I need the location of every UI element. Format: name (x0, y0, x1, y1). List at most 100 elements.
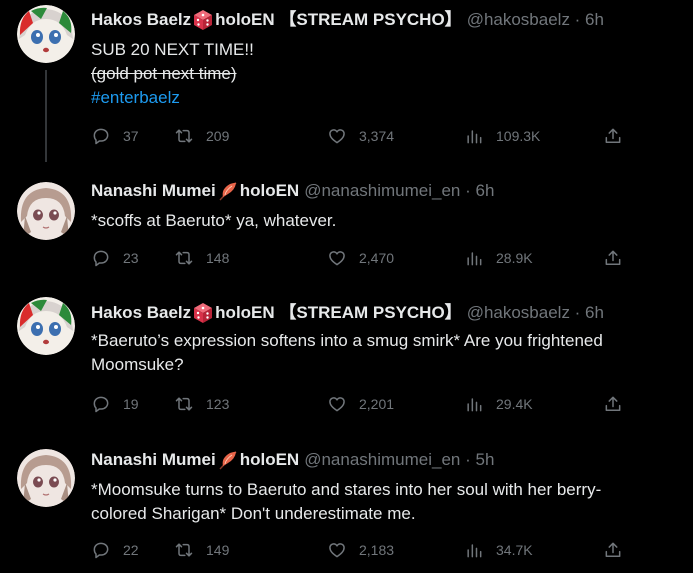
tweet-header: Hakos Baelz holoEN 【STREAM PSYCHO】 @hako… (91, 302, 604, 324)
avatar[interactable] (17, 182, 75, 240)
heart-icon (329, 251, 345, 266)
retweet-button[interactable]: 123 (174, 394, 229, 414)
display-name[interactable]: Hakos Baelz (91, 302, 191, 324)
views-button[interactable]: 28.9K (464, 248, 533, 268)
display-name-suffix[interactable]: holoEN (240, 449, 300, 471)
heart-icon (329, 129, 345, 144)
reply-icon (93, 396, 109, 413)
heart-icon (329, 543, 345, 558)
avatar[interactable] (17, 297, 75, 355)
tweet-text-line: SUB 20 NEXT TIME!! (91, 40, 254, 59)
reply-icon (93, 250, 109, 267)
handle-timestamp[interactable]: @hakosbaelz · 6h (467, 302, 604, 324)
avatar[interactable] (17, 5, 75, 63)
avatar[interactable] (17, 449, 75, 507)
thread-line (45, 70, 47, 162)
tweet-text: *Moomsuke turns to Baeruto and stares in… (91, 478, 681, 526)
tweet-text-line: (gold pot next time) (91, 64, 237, 83)
tweet[interactable]: Nanashi Mumei holoEN @nanashimumei_en · … (0, 162, 693, 282)
views-icon (467, 398, 482, 412)
views-count: 29.4K (496, 396, 533, 412)
reply-button[interactable]: 19 (91, 394, 139, 414)
tweet[interactable]: Nanashi Mumei holoEN @nanashimumei_en · … (0, 432, 693, 573)
feather-icon (217, 449, 239, 471)
retweet-button[interactable]: 148 (174, 248, 229, 268)
retweet-count: 209 (206, 128, 230, 144)
like-button[interactable]: 2,183 (327, 540, 394, 560)
handle-timestamp[interactable]: @nanashimumei_en · 5h (304, 449, 494, 471)
heart-icon (329, 397, 345, 412)
share-button[interactable] (603, 394, 623, 414)
reply-icon (93, 128, 109, 145)
dice-icon (192, 302, 214, 324)
tweet-text-line: *Baeruto’s expression softens into a smu… (91, 331, 603, 350)
like-count: 3,374 (359, 128, 395, 144)
action-bar: 22 149 2,183 34.7K (91, 540, 631, 564)
display-name[interactable]: Nanashi Mumei (91, 180, 216, 202)
feather-icon (217, 180, 239, 202)
tweet-text-line: *Moomsuke turns to Baeruto and stares in… (91, 480, 602, 499)
handle-timestamp[interactable]: @hakosbaelz · 6h (467, 9, 604, 31)
views-icon (467, 130, 482, 144)
share-button[interactable] (603, 540, 623, 560)
retweet-button[interactable]: 149 (174, 540, 229, 560)
tweet-text: *Baeruto’s expression softens into a smu… (91, 329, 681, 377)
retweet-count: 148 (206, 250, 230, 266)
share-button[interactable] (603, 248, 623, 268)
share-button[interactable] (603, 126, 623, 146)
reply-button[interactable]: 37 (91, 126, 139, 146)
share-icon (605, 250, 621, 265)
retweet-icon (175, 397, 193, 411)
reply-count: 23 (123, 250, 139, 266)
like-count: 2,201 (359, 396, 395, 412)
display-name-suffix[interactable]: holoEN 【STREAM PSYCHO】 (215, 9, 462, 31)
display-name[interactable]: Hakos Baelz (91, 9, 191, 31)
tweet-text-line: colored Sharigan* Don't underestimate me… (91, 504, 416, 523)
dice-icon (192, 9, 214, 31)
tweet-text-line: *scoffs at Baeruto* ya, whatever. (91, 211, 337, 230)
retweet-icon (175, 129, 193, 143)
tweet-header: Nanashi Mumei holoEN @nanashimumei_en · … (91, 180, 494, 202)
views-button[interactable]: 34.7K (464, 540, 533, 560)
action-bar: 23 148 2,470 28.9K (91, 248, 631, 272)
like-count: 2,470 (359, 250, 395, 266)
views-count: 34.7K (496, 542, 533, 558)
views-icon (467, 252, 482, 266)
like-button[interactable]: 2,201 (327, 394, 394, 414)
like-button[interactable]: 3,374 (327, 126, 394, 146)
hashtag-link[interactable]: #enterbaelz (91, 86, 681, 110)
share-icon (605, 542, 621, 557)
display-name-suffix[interactable]: holoEN 【STREAM PSYCHO】 (215, 302, 462, 324)
handle-timestamp[interactable]: @nanashimumei_en · 6h (304, 180, 494, 202)
views-count: 28.9K (496, 250, 533, 266)
reply-count: 19 (123, 396, 139, 412)
views-button[interactable]: 109.3K (464, 126, 540, 146)
tweet-text-line: Moomsuke? (91, 355, 184, 374)
retweet-icon (175, 251, 193, 265)
tweet-header: Nanashi Mumei holoEN @nanashimumei_en · … (91, 449, 494, 471)
retweet-count: 123 (206, 396, 230, 412)
tweet-text: SUB 20 NEXT TIME!! (gold pot next time) … (91, 38, 681, 110)
like-button[interactable]: 2,470 (327, 248, 394, 268)
views-button[interactable]: 29.4K (464, 394, 533, 414)
reply-count: 22 (123, 542, 139, 558)
tweet[interactable]: Hakos Baelz holoEN 【STREAM PSYCHO】 @hako… (0, 0, 693, 162)
tweet-text: *scoffs at Baeruto* ya, whatever. (91, 209, 681, 233)
display-name[interactable]: Nanashi Mumei (91, 449, 216, 471)
reply-button[interactable]: 23 (91, 248, 139, 268)
tweet-header: Hakos Baelz holoEN 【STREAM PSYCHO】 @hako… (91, 9, 604, 31)
reply-icon (93, 542, 109, 559)
display-name-suffix[interactable]: holoEN (240, 180, 300, 202)
reply-count: 37 (123, 128, 139, 144)
share-icon (605, 128, 621, 143)
retweet-icon (175, 543, 193, 557)
like-count: 2,183 (359, 542, 395, 558)
tweet[interactable]: Hakos Baelz holoEN 【STREAM PSYCHO】 @hako… (0, 282, 693, 422)
reply-button[interactable]: 22 (91, 540, 139, 560)
retweet-count: 149 (206, 542, 230, 558)
views-icon (467, 544, 482, 558)
retweet-button[interactable]: 209 (174, 126, 229, 146)
action-bar: 37 209 3,374 109.3K (91, 126, 631, 150)
share-icon (605, 396, 621, 411)
views-count: 109.3K (496, 128, 541, 144)
